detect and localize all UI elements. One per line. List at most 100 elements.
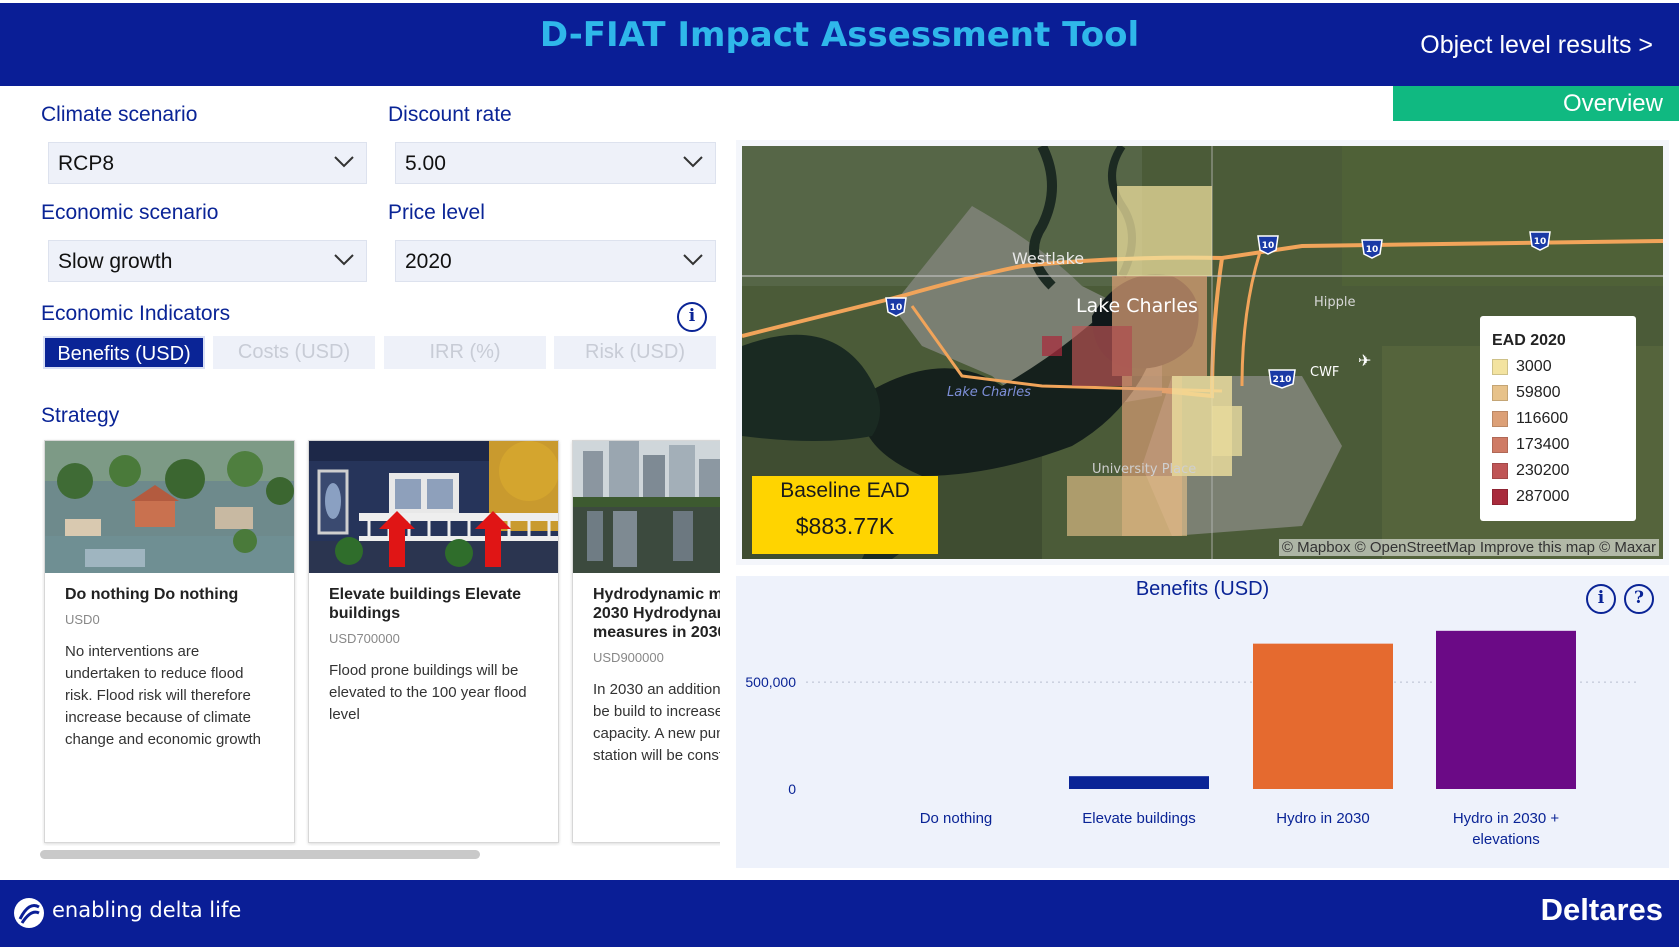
- legend-label: 173400: [1516, 436, 1570, 453]
- climate-scenario-select[interactable]: RCP8: [48, 142, 367, 184]
- discount-rate-label: Discount rate: [388, 103, 512, 126]
- legend-swatch: [1492, 359, 1508, 375]
- map-label-westlake: Westlake: [1012, 249, 1084, 268]
- chevron-down-icon: [683, 254, 703, 266]
- strategy-card-description: No interventions are undertaken to reduc…: [65, 643, 261, 748]
- baseline-ead-card: Baseline EAD $883.77K: [752, 476, 938, 554]
- economic-indicators-label: Economic Indicators: [41, 302, 231, 325]
- svg-text:10: 10: [1262, 241, 1275, 251]
- strategy-card-title: Hydrodynamic measures in 2030 Hydrodynam…: [593, 586, 720, 641]
- bar[interactable]: [1069, 776, 1209, 789]
- legend-swatch: [1492, 411, 1508, 427]
- app-header: D-FIAT Impact Assessment Tool Object lev…: [0, 0, 1679, 86]
- legend-item: 230200: [1492, 458, 1636, 484]
- legend-item: 59800: [1492, 380, 1636, 406]
- svg-text:✈: ✈: [1358, 351, 1371, 370]
- svg-text:210: 210: [1273, 375, 1292, 385]
- strategy-card-title: Do nothing Do nothing: [65, 586, 239, 603]
- economic-scenario-label: Economic scenario: [41, 201, 219, 224]
- deltares-brand: Deltares: [1540, 892, 1663, 927]
- x-tick-label: Hydro in 2030 +: [1453, 810, 1560, 827]
- legend-item: 287000: [1492, 484, 1636, 510]
- strategy-card-cost: USD0: [65, 612, 100, 627]
- svg-text:10: 10: [1534, 237, 1547, 247]
- footer-tagline: enabling delta life: [52, 898, 242, 922]
- strategy-card-hydrodynamic[interactable]: Hydrodynamic measures in 2030 Hydrodynam…: [572, 440, 720, 843]
- legend-swatch: [1492, 437, 1508, 453]
- x-tick-label: elevations: [1472, 831, 1540, 848]
- baseline-ead-value: $883.77K: [795, 513, 895, 539]
- interstate-shield-icon: 10: [1529, 231, 1551, 251]
- info-icon[interactable]: i: [1586, 584, 1616, 614]
- info-icon[interactable]: i: [677, 302, 707, 332]
- legend-swatch: [1492, 489, 1508, 505]
- chevron-down-icon: [334, 254, 354, 266]
- map-label-lake-charles: Lake Charles: [1076, 295, 1198, 317]
- strategy-card-elevate-buildings[interactable]: Elevate buildings Elevate buildings USD7…: [308, 440, 559, 843]
- legend-label: 59800: [1516, 384, 1561, 401]
- legend-swatch: [1492, 463, 1508, 479]
- object-level-results-link[interactable]: Object level results >: [1420, 31, 1653, 60]
- discount-rate-value: 5.00: [405, 152, 446, 175]
- svg-text:10: 10: [890, 303, 903, 313]
- economic-scenario-select[interactable]: Slow growth: [48, 240, 367, 282]
- chart-title: Benefits (USD): [1135, 578, 1270, 600]
- map-legend: EAD 2020 3000 59800 116600 173400 230200 2870…: [1480, 316, 1636, 521]
- interstate-shield-icon: 10: [1361, 239, 1383, 259]
- legend-label: 230200: [1516, 462, 1570, 479]
- svg-text:10: 10: [1366, 245, 1379, 255]
- chevron-down-icon: [334, 156, 354, 168]
- strategy-card-title: Elevate buildings Elevate buildings: [329, 586, 522, 622]
- legend-item: 173400: [1492, 432, 1636, 458]
- map-label-lake-charles-water: Lake Charles: [947, 385, 1031, 400]
- y-tick-label: 0: [788, 781, 796, 797]
- legend-swatch: [1492, 385, 1508, 401]
- strategy-card-cost: USD700000: [329, 631, 400, 646]
- legend-title: EAD 2020: [1492, 332, 1566, 349]
- bar[interactable]: [1253, 643, 1393, 789]
- climate-scenario-label: Climate scenario: [41, 103, 198, 126]
- map-label-hipple: Hipple: [1314, 295, 1356, 310]
- legend-label: 3000: [1516, 358, 1552, 375]
- deltares-logo-icon: [14, 898, 44, 928]
- y-tick-label: 500,000: [745, 674, 796, 690]
- chevron-down-icon: [683, 156, 703, 168]
- elevated-house-image: [309, 441, 558, 573]
- legend-label: 287000: [1516, 488, 1570, 505]
- strategy-card-description: Flood prone buildings will be elevated t…: [329, 662, 527, 723]
- price-level-label: Price level: [388, 201, 485, 224]
- legend-label: 116600: [1516, 410, 1569, 427]
- help-icon[interactable]: ?: [1624, 584, 1654, 614]
- overview-tab[interactable]: Overview: [1393, 86, 1679, 121]
- interstate-shield-icon: 10: [1257, 235, 1279, 255]
- benefits-button[interactable]: Benefits (USD): [43, 336, 205, 369]
- app-footer: enabling delta life Deltares: [0, 880, 1679, 947]
- card-scrollbar[interactable]: [40, 850, 480, 859]
- interstate-shield-icon: 10: [885, 297, 907, 317]
- benefits-bar-chart: 0 500,000 Do nothing Elevate buildings Hydro…: [745, 630, 1636, 848]
- climate-scenario-value: RCP8: [58, 152, 115, 175]
- map-attribution[interactable]: © Mapbox © OpenStreetMap Improve this ma…: [1278, 539, 1659, 556]
- risk-button[interactable]: Risk (USD): [554, 336, 716, 369]
- flooded-neighborhood-image: [45, 441, 294, 573]
- irr-button[interactable]: IRR (%): [384, 336, 546, 369]
- costs-button[interactable]: Costs (USD): [213, 336, 375, 369]
- discount-rate-select[interactable]: 5.00: [395, 142, 716, 184]
- x-tick-label: Elevate buildings: [1082, 810, 1195, 827]
- economic-scenario-value: Slow growth: [58, 250, 173, 273]
- bar[interactable]: [1436, 630, 1576, 789]
- strategy-card-do-nothing[interactable]: Do nothing Do nothing USD0 No interventi…: [44, 440, 295, 843]
- price-level-value: 2020: [405, 250, 452, 273]
- map-label-university-place: University Place: [1092, 462, 1196, 477]
- strategy-card-list: Do nothing Do nothing USD0 No interventi…: [42, 436, 720, 846]
- legend-item: 116600: [1492, 406, 1636, 432]
- legend-item: 3000: [1492, 354, 1636, 380]
- price-level-select[interactable]: 2020: [395, 240, 716, 282]
- strategy-card-description: In 2030 an additional pump will be build…: [593, 681, 720, 764]
- strategy-label: Strategy: [41, 404, 120, 427]
- strategy-card-cost: USD900000: [593, 650, 664, 665]
- interstate-shield-icon: 210: [1268, 369, 1296, 389]
- x-tick-label: Do nothing: [920, 810, 993, 827]
- city-waterfront-image: [573, 441, 720, 573]
- x-tick-label: Hydro in 2030: [1276, 810, 1369, 827]
